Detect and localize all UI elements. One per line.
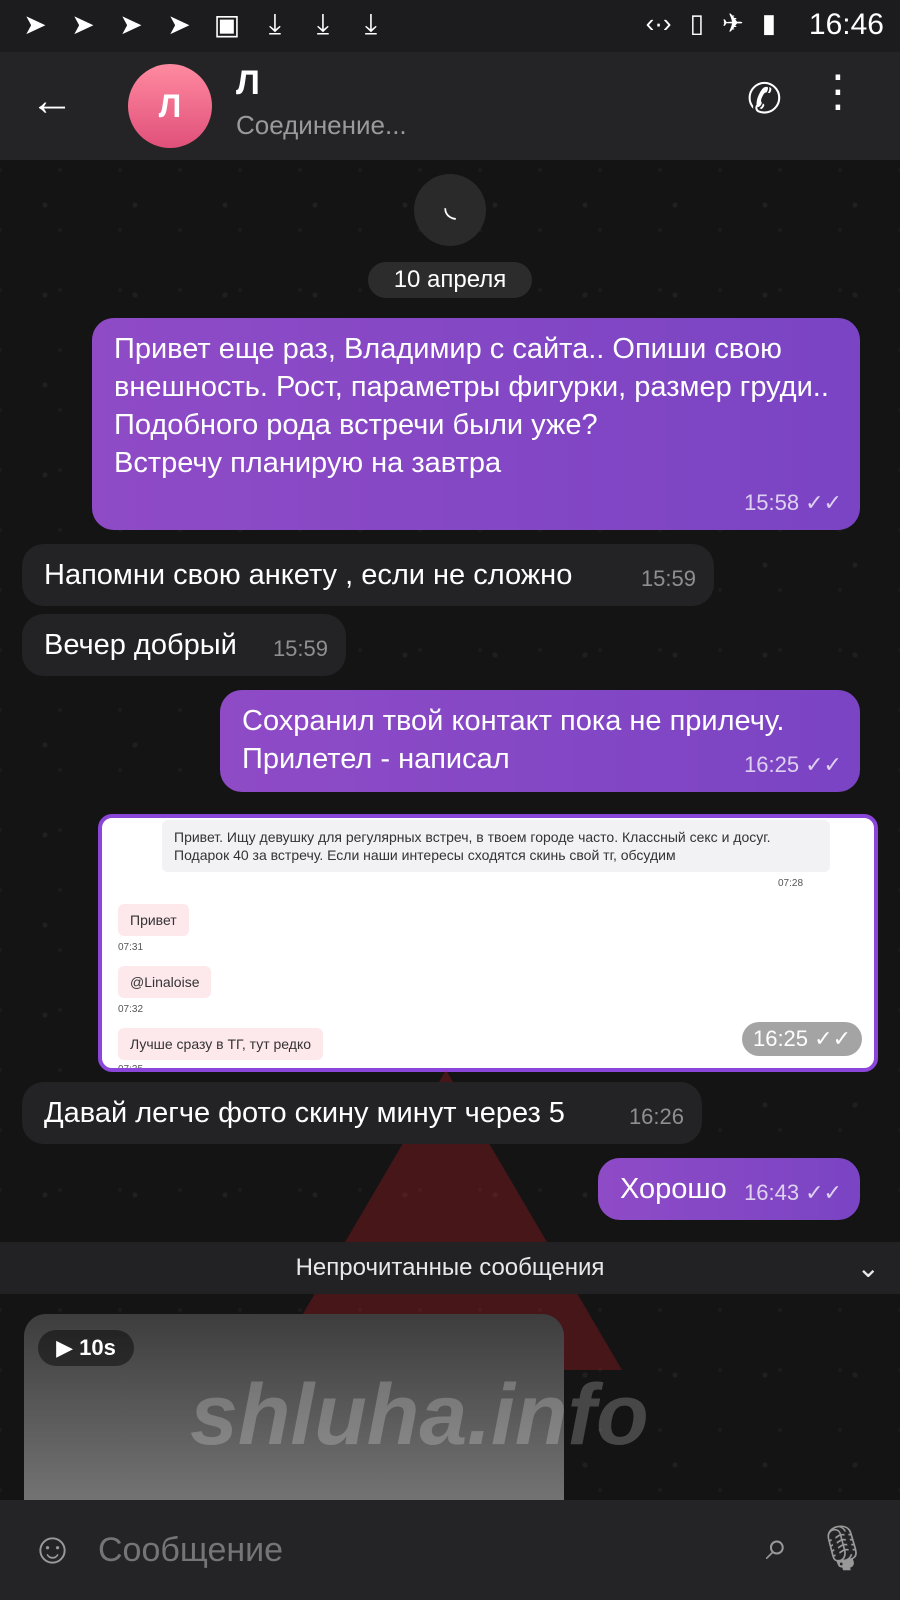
- message-time: 16:43: [744, 1180, 800, 1205]
- message-list[interactable]: ◟ 10 апреля Привет еще раз, Владимир с с…: [0, 160, 900, 1500]
- more-vert-icon[interactable]: ⋮: [816, 70, 860, 114]
- message-time: 15:58: [744, 490, 800, 515]
- message-time: 15:59: [640, 566, 696, 591]
- screenshot-time: 07:28: [778, 878, 804, 889]
- back-arrow-icon[interactable]: ←: [30, 76, 74, 126]
- message-out[interactable]: Привет еще раз, Владимир с сайта.. Опиши…: [92, 318, 860, 530]
- message-time: 16:25: [744, 752, 800, 777]
- message-input[interactable]: [98, 1530, 678, 1570]
- avatar[interactable]: Л: [128, 64, 212, 148]
- microphone-icon[interactable]: 🎙: [814, 1522, 870, 1574]
- message-in[interactable]: Вечер добрый 15:59: [22, 614, 346, 676]
- screenshot-message: @Linaloise: [118, 966, 212, 998]
- screenshot-time: 07:35: [118, 1064, 144, 1072]
- download-icon: ⤓: [316, 8, 330, 39]
- video-duration: ▶ 10s: [38, 1330, 134, 1366]
- link-icon: ‹·›: [645, 8, 672, 38]
- message-in[interactable]: Давай легче фото скину минут через 5 16:…: [22, 1082, 702, 1144]
- message-text: Давай легче фото скину минут через 5: [44, 1097, 565, 1129]
- screenshot-message: Привет: [118, 904, 189, 936]
- download-icon: ⤓: [364, 8, 378, 39]
- attach-icon[interactable]: ⌕: [766, 1524, 788, 1569]
- unread-label: Непрочитанные сообщения: [295, 1254, 605, 1281]
- message-time: 16:25: [752, 1026, 809, 1051]
- chevron-down-icon[interactable]: ⌄: [857, 1242, 880, 1294]
- unread-divider: Непрочитанные сообщения ⌄: [0, 1242, 900, 1294]
- double-check-icon: ✓✓: [805, 752, 842, 777]
- double-check-icon: ✓✓: [814, 1026, 852, 1051]
- composer: ☺ ⌕ 🎙: [0, 1500, 900, 1600]
- duration-label: 10s: [79, 1335, 116, 1360]
- play-icon: ▶: [56, 1335, 74, 1360]
- message-time: 16:26: [628, 1104, 684, 1129]
- double-check-icon: ✓✓: [805, 490, 842, 515]
- image-icon: ▣: [213, 9, 241, 40]
- clock: 16:46: [808, 8, 884, 41]
- watermark-text: shluha.info: [190, 1367, 649, 1463]
- screenshot-message: Лучше сразу в ТГ, тут редко: [118, 1028, 324, 1060]
- no-sim-icon: ▯: [689, 8, 704, 38]
- message-in[interactable]: Напомни свою анкету , если не сложно 15:…: [22, 544, 714, 606]
- double-check-icon: ✓✓: [805, 1180, 842, 1205]
- download-icon: ⤓: [268, 8, 282, 39]
- connection-status: Соединение...: [236, 110, 407, 140]
- telegram-icon: ➤: [119, 9, 143, 40]
- photo-time-chip: 16:25 ✓✓: [742, 1022, 862, 1056]
- emoji-icon[interactable]: ☺: [30, 1524, 75, 1574]
- telegram-icon: ➤: [23, 9, 47, 40]
- message-time: 15:59: [272, 636, 328, 661]
- battery-icon: ▮: [761, 8, 776, 38]
- contact-name[interactable]: Л: [236, 64, 260, 103]
- message-text: Привет еще раз, Владимир с сайта.. Опиши…: [114, 333, 829, 479]
- telegram-icon: ➤: [71, 9, 95, 40]
- message-out[interactable]: Хорошо 16:43 ✓✓: [598, 1158, 860, 1220]
- message-text: Напомни свою анкету , если не сложно: [44, 559, 573, 591]
- screenshot-time: 07:31: [118, 942, 144, 953]
- chat-header: ← Л Л Соединение... ✆ ⋮: [0, 52, 900, 160]
- photo-message[interactable]: Привет. Ищу девушку для регулярных встре…: [98, 814, 878, 1072]
- message-out[interactable]: Сохранил твой контакт пока не прилечу. П…: [220, 690, 860, 792]
- date-separator: 10 апреля: [368, 262, 532, 298]
- telegram-icon: ➤: [167, 9, 191, 40]
- screenshot-time: 07:32: [118, 1004, 144, 1015]
- loading-spinner: ◟: [414, 174, 486, 246]
- status-bar: ➤ ➤ ➤ ➤ ▣ ⤓ ⤓ ⤓ ‹·› ▯ ✈ ▮ 16:46: [0, 0, 900, 52]
- screenshot-message: Привет. Ищу девушку для регулярных встре…: [162, 820, 830, 872]
- phone-icon[interactable]: ✆: [747, 74, 782, 123]
- airplane-icon: ✈: [721, 8, 744, 38]
